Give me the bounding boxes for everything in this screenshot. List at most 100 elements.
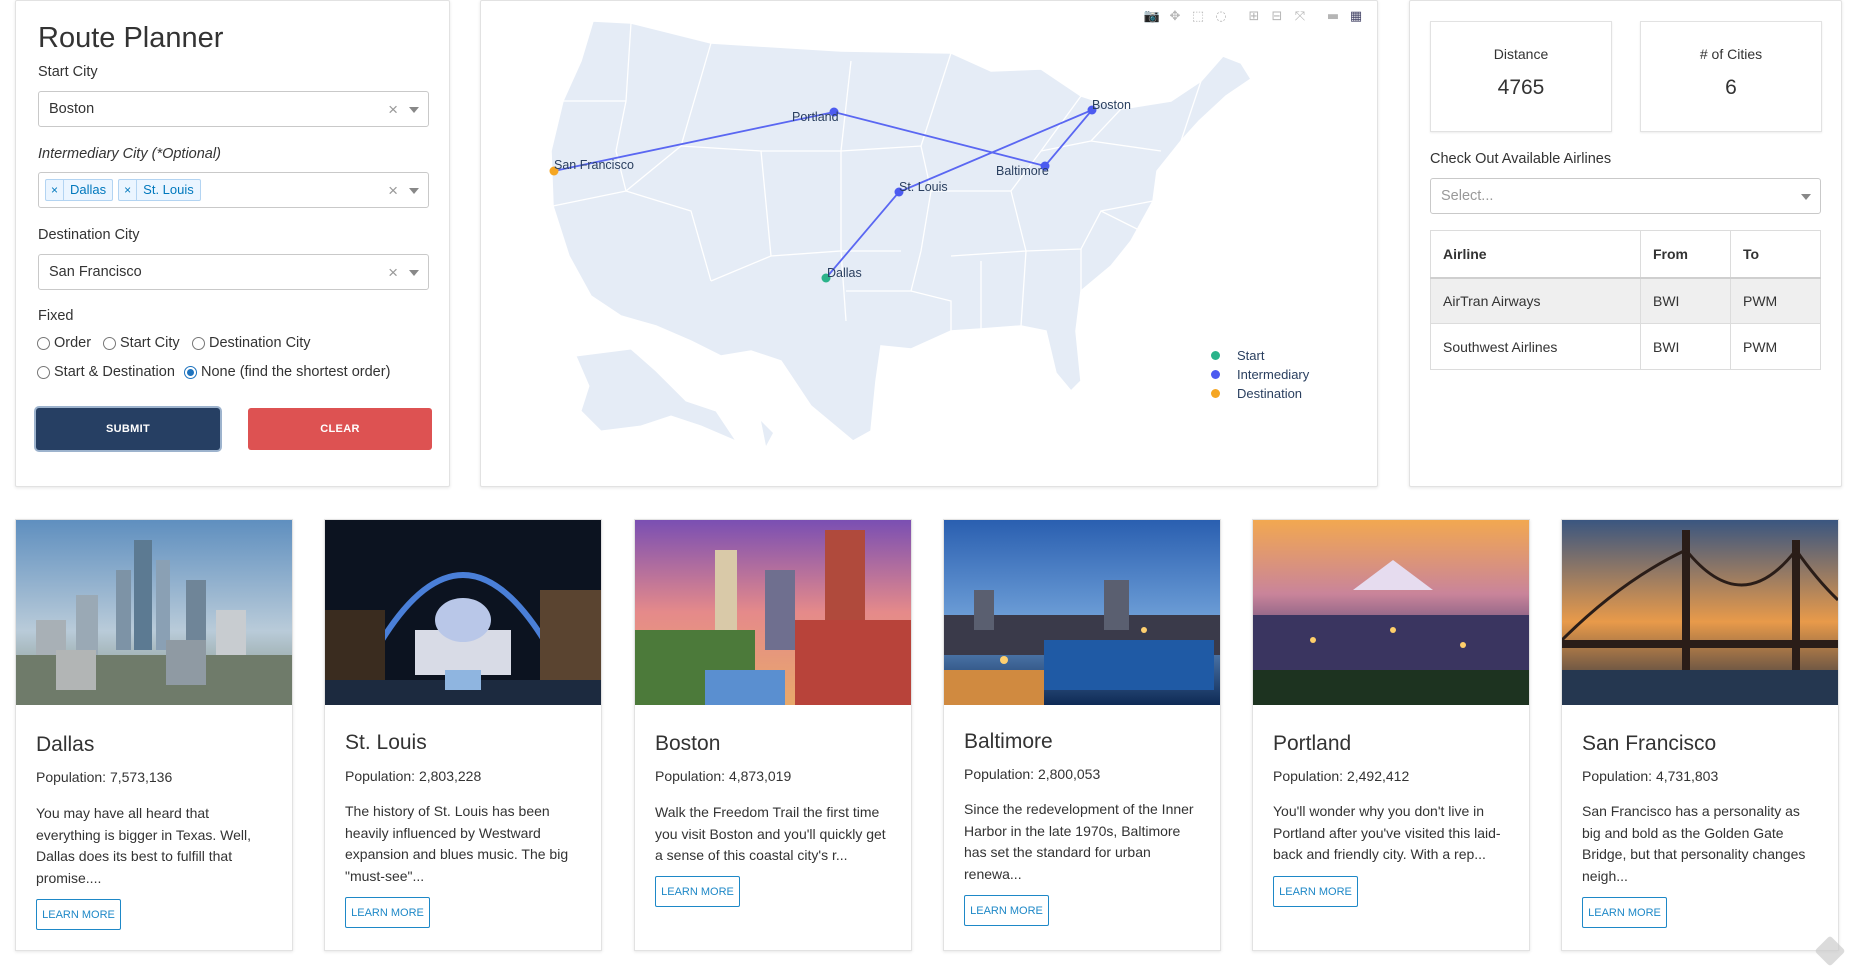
city-card-baltimore: Baltimore Population: 2,800,053 Since th… (943, 519, 1221, 951)
legend-dot-icon (1211, 351, 1220, 360)
radio-label: Start & Destination (54, 364, 175, 380)
chevron-down-icon[interactable] (1801, 194, 1811, 200)
city-card-san-francisco: San Francisco Population: 4,731,803 San … (1561, 519, 1839, 951)
legend-label: Start (1237, 348, 1265, 363)
start-city-label: Start City (38, 64, 98, 80)
table-row[interactable]: AirTran Airways BWI PWM (1430, 277, 1821, 324)
legend-start[interactable]: Start (1211, 346, 1309, 365)
chip-st-louis: × St. Louis (118, 179, 201, 201)
radio-circle[interactable] (37, 336, 50, 350)
alaska-shape (575, 348, 738, 443)
destination-city-value: San Francisco (49, 264, 142, 280)
city-name: Baltimore (964, 730, 1053, 753)
radio-circle[interactable] (103, 336, 116, 350)
learn-more-button[interactable]: LEARN MORE (1582, 897, 1667, 928)
clear-button[interactable]: CLEAR (248, 408, 432, 450)
zoom-out-icon[interactable]: ⊟ (1268, 8, 1286, 26)
reset-icon[interactable]: ⤧ (1291, 8, 1309, 26)
map-label-boston: Boston (1092, 98, 1131, 112)
airlines-label: Check Out Available Airlines (1430, 151, 1612, 167)
city-description: San Francisco has a personality as big a… (1582, 803, 1806, 884)
city-count-label: # of Cities (1699, 46, 1763, 62)
submit-button[interactable]: SUBMIT (36, 408, 220, 450)
distance-value: 4765 (1497, 76, 1545, 99)
chevron-down-icon[interactable] (409, 188, 419, 194)
legend-intermediary[interactable]: Intermediary (1211, 365, 1309, 384)
airline-select[interactable]: Select... (1430, 178, 1821, 214)
city-count-value: 6 (1725, 76, 1737, 99)
info-panel: Distance 4765 # of Cities 6 Check Out Av… (1409, 0, 1842, 487)
airline-select-placeholder: Select... (1441, 188, 1494, 204)
chip-label: St. Louis (143, 182, 194, 197)
chip-remove-icon[interactable]: × (46, 180, 65, 200)
radio-start-destination[interactable]: Start & Destination (37, 364, 175, 380)
col-airline[interactable]: Airline (1430, 230, 1641, 279)
legend-dot-icon (1211, 370, 1220, 379)
radio-destination-city[interactable]: Destination City (192, 335, 311, 351)
start-city-select[interactable]: Boston × (38, 91, 429, 127)
cell-to: PWM (1730, 277, 1821, 324)
zoom-in-icon[interactable]: ⊞ (1245, 8, 1263, 26)
plotly-logo-icon[interactable]: ▦ (1347, 8, 1365, 26)
destination-city-label: Destination City (38, 227, 140, 243)
learn-more-button[interactable]: LEARN MORE (655, 876, 740, 907)
clear-icon[interactable]: × (388, 263, 398, 283)
airlines-table: Airline From To AirTran Airways BWI PWM … (1430, 230, 1821, 370)
radio-circle[interactable] (37, 365, 50, 379)
city-population: Population: 2,800,053 (964, 766, 1101, 782)
us-map[interactable]: San Francisco Portland Boston Baltimore … (481, 1, 1377, 486)
city-name: Portland (1273, 732, 1352, 755)
legend-label: Destination (1237, 386, 1303, 401)
radio-label: Destination City (209, 335, 311, 351)
city-description: You may have all heard that everything i… (36, 805, 252, 886)
legend-destination[interactable]: Destination (1211, 384, 1309, 403)
lasso-icon[interactable]: ◌ (1212, 8, 1230, 26)
learn-more-button[interactable]: LEARN MORE (1273, 876, 1358, 907)
learn-more-button[interactable]: LEARN MORE (964, 895, 1049, 926)
intermediary-city-multiselect[interactable]: × Dallas × St. Louis × (38, 172, 429, 208)
chip-label: Dallas (70, 182, 107, 197)
clear-icon[interactable]: × (388, 181, 398, 201)
learn-more-button[interactable]: LEARN MORE (345, 897, 430, 928)
city-population: Population: 2,803,228 (345, 768, 482, 784)
hover-icon[interactable]: ▬ (1324, 8, 1342, 26)
destination-city-select[interactable]: San Francisco × (38, 254, 429, 290)
city-description: The history of St. Louis has been heavil… (345, 803, 569, 884)
table-row[interactable]: Southwest Airlines BWI PWM (1430, 323, 1821, 370)
camera-icon[interactable]: 📷 (1143, 8, 1161, 26)
radio-order[interactable]: Order (37, 335, 91, 351)
learn-more-button[interactable]: LEARN MORE (36, 899, 121, 930)
box-select-icon[interactable]: ⬚ (1189, 8, 1207, 26)
clear-icon[interactable]: × (388, 100, 398, 120)
map-label-baltimore: Baltimore (996, 164, 1049, 178)
cell-airline: AirTran Airways (1430, 277, 1641, 324)
hawaii-shape (761, 421, 773, 446)
radio-circle[interactable] (192, 336, 205, 350)
distance-label: Distance (1493, 46, 1549, 62)
cell-to: PWM (1730, 323, 1821, 370)
col-from[interactable]: From (1640, 230, 1731, 279)
map-panel: San Francisco Portland Boston Baltimore … (480, 0, 1378, 487)
map-legend: Start Intermediary Destination (1211, 346, 1309, 403)
chip-dallas: × Dallas (45, 179, 114, 201)
chevron-down-icon[interactable] (409, 107, 419, 113)
st-louis-photo (325, 520, 601, 705)
city-description: You'll wonder why you don't live in Port… (1273, 803, 1501, 862)
col-to[interactable]: To (1730, 230, 1821, 279)
radio-circle[interactable] (184, 365, 197, 379)
chip-remove-icon[interactable]: × (119, 180, 138, 200)
city-name: St. Louis (345, 731, 427, 754)
chevron-down-icon[interactable] (409, 270, 419, 276)
radio-none[interactable]: None (find the shortest order) (184, 364, 390, 380)
pan-icon[interactable]: ✥ (1166, 8, 1184, 26)
city-population: Population: 7,573,136 (36, 769, 173, 785)
legend-dot-icon (1211, 389, 1220, 398)
city-name: San Francisco (1582, 732, 1717, 755)
radio-start-city[interactable]: Start City (103, 335, 180, 351)
city-population: Population: 2,492,412 (1273, 768, 1410, 784)
city-name: Dallas (36, 733, 95, 756)
city-card-st-louis: St. Louis Population: 2,803,228 The hist… (324, 519, 602, 951)
city-card-boston: Boston Population: 4,873,019 Walk the Fr… (634, 519, 912, 951)
boston-photo (635, 520, 911, 705)
city-population: Population: 4,731,803 (1582, 768, 1719, 784)
